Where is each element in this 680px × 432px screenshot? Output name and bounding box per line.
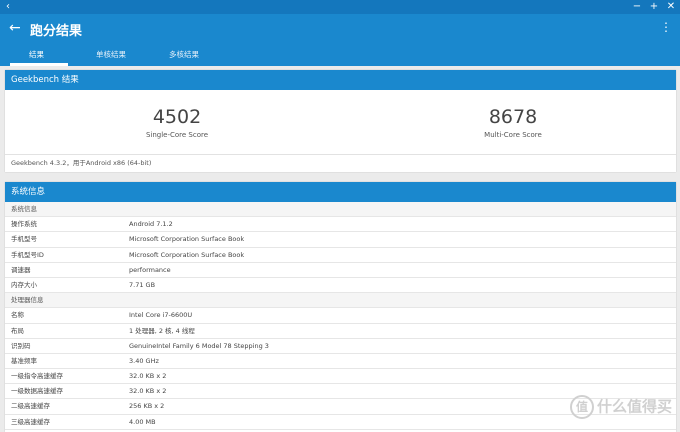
close-icon[interactable]: ✕: [664, 0, 678, 14]
row-key: 内存大小: [11, 280, 37, 289]
table-row: 内存大小 7.71 GB: [5, 278, 676, 294]
row-value: Microsoft Corporation Surface Book: [129, 235, 245, 244]
row-value: 3.40 GHz: [129, 356, 159, 365]
tab-results[interactable]: 结果: [29, 49, 44, 60]
section-header-row: 处理器信息: [5, 293, 676, 309]
row-value: Intel Core i7-6600U: [129, 311, 193, 320]
row-value: GenuineIntel Family 6 Model 78 Stepping …: [129, 341, 269, 350]
table-row: 调速器 performance: [5, 263, 676, 278]
tab-multi-core[interactable]: 多核结果: [169, 49, 199, 60]
row-key: 基准频率: [11, 356, 37, 365]
tab-single-core[interactable]: 单核结果: [96, 49, 126, 60]
row-value: Android 7.1.2: [129, 220, 173, 229]
section-header-row: 系统信息: [5, 202, 676, 218]
row-key: 手机型号: [11, 235, 37, 244]
row-value: performance: [129, 265, 171, 274]
row-key: 二级高速缓存: [11, 402, 50, 411]
row-key: 布局: [11, 326, 24, 335]
row-key: 手机型号ID: [11, 250, 44, 259]
page-title: 跑分结果: [30, 24, 83, 39]
row-key: 操作系统: [11, 220, 37, 229]
row-value: 32.0 KB x 2: [129, 387, 167, 396]
back-arrow-icon[interactable]: ←: [9, 20, 21, 36]
row-value: 4.00 MB: [129, 417, 156, 426]
maximize-icon[interactable]: +: [647, 0, 661, 14]
system-info-heading: 系统信息: [5, 182, 676, 202]
table-row: 识别码 GenuineIntel Family 6 Model 78 Steppi…: [5, 339, 676, 354]
row-value: 1 处理器, 2 核, 4 线程: [129, 326, 195, 335]
row-key: 一级指令高速缓存: [11, 372, 63, 381]
multi-core-label: Multi-Core Score: [484, 131, 542, 139]
row-value: 256 KB x 2: [129, 402, 165, 411]
table-row: 布局 1 处理器, 2 核, 4 线程: [5, 324, 676, 339]
minimize-icon[interactable]: −: [630, 0, 644, 14]
table-row: 基准频率 3.40 GHz: [5, 354, 676, 370]
app-bar: ← 跑分结果 ⋮ 结果 单核结果 多核结果: [0, 14, 680, 66]
table-row: 一级指令高速缓存 32.0 KB x 2: [5, 369, 676, 385]
more-options-icon[interactable]: ⋮: [660, 20, 672, 34]
geekbench-version-note: Geekbench 4.3.2，用于Android x86 (64-bit): [5, 154, 676, 170]
active-tab-indicator: [10, 63, 68, 66]
single-core-score: 4502: [152, 106, 202, 128]
row-key: 系统信息: [11, 205, 37, 213]
row-key: 处理器信息: [11, 296, 44, 305]
row-value: 7.71 GB: [129, 280, 156, 289]
watermark: 值什么值得买: [569, 395, 672, 419]
geekbench-heading: Geekbench 结果: [5, 70, 676, 90]
table-row: 手机型号 Microsoft Corporation Surface Book: [5, 232, 676, 248]
window-title-bar: ‹ − + ✕: [0, 0, 680, 14]
row-value: 32.0 KB x 2: [129, 372, 167, 381]
table-row: 名称 Intel Core i7-6600U: [5, 308, 676, 324]
window-back-icon[interactable]: ‹: [6, 0, 10, 14]
row-value: Microsoft Corporation Surface Book: [129, 250, 245, 259]
row-key: 三级高速缓存: [11, 417, 50, 426]
row-key: 名称: [11, 311, 24, 320]
single-core-label: Single-Core Score: [145, 131, 209, 139]
table-row: 手机型号ID Microsoft Corporation Surface Book: [5, 248, 676, 263]
row-key: 一级数据高速缓存: [11, 387, 63, 396]
multi-core-score: 8678: [488, 106, 538, 128]
watermark-text: 什么值得买: [596, 397, 672, 416]
geekbench-results-card: Geekbench 结果 4502 Single-Core Score 8678…: [5, 70, 676, 172]
row-key: 识别码: [11, 341, 31, 350]
watermark-badge: 值: [569, 395, 594, 419]
row-key: 调速器: [11, 265, 31, 274]
table-row: 操作系统 Android 7.1.2: [5, 217, 676, 233]
